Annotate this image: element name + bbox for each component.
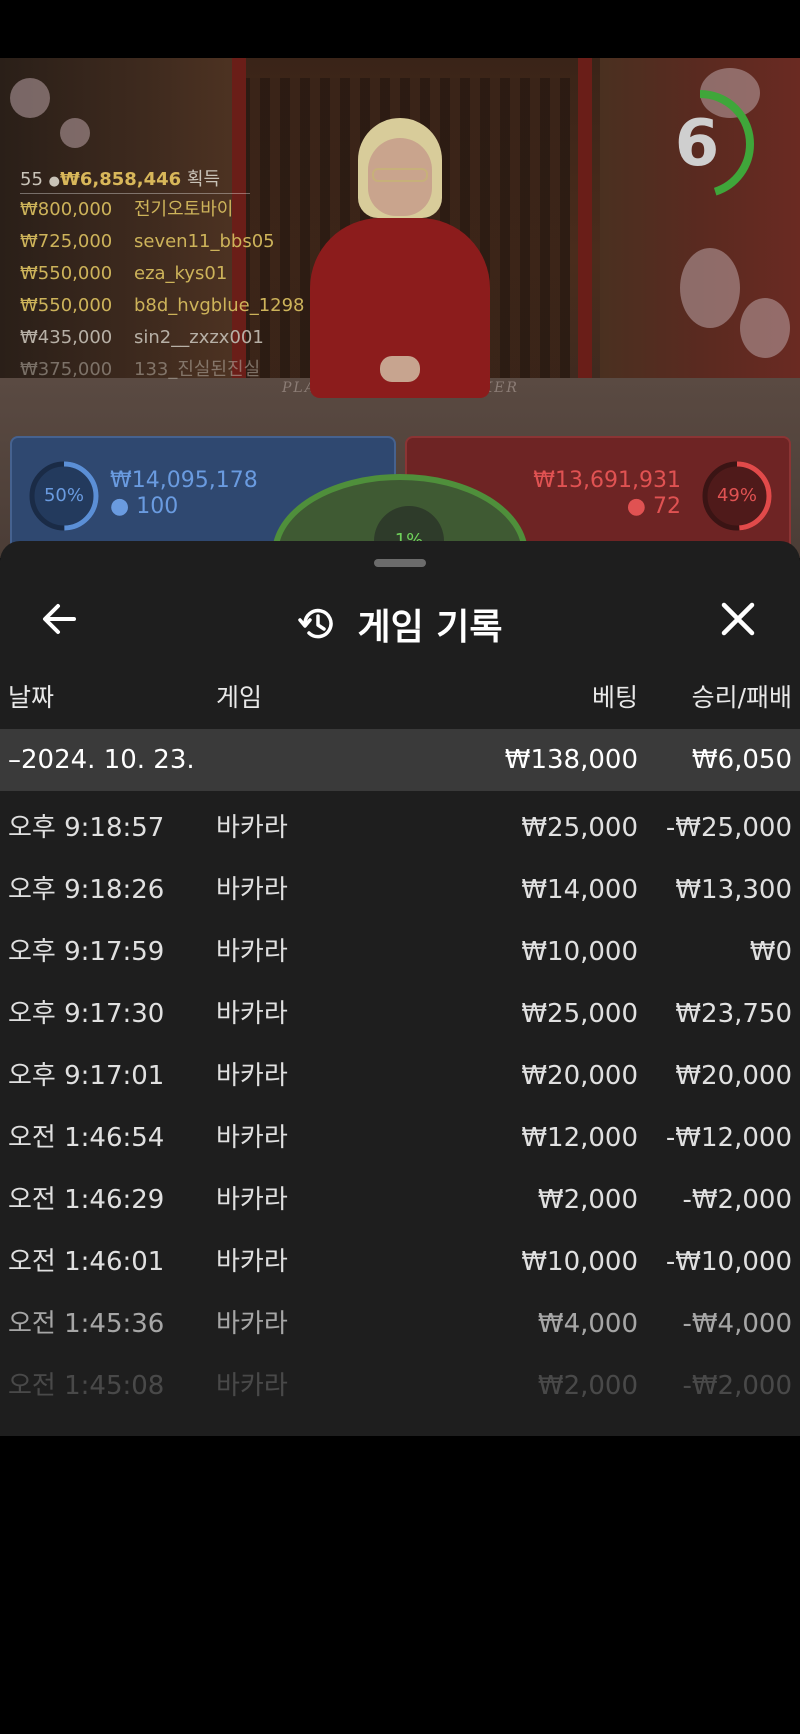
- banker-bet-amount: ₩13,691,931: [533, 468, 681, 493]
- day-result-total: ₩6,050: [691, 745, 792, 775]
- table-row[interactable]: 오후 9:18:26 바카라 ₩14,000 ₩13,300: [0, 853, 800, 915]
- close-button[interactable]: [714, 595, 762, 643]
- winner-row: ₩800,000 전기오토바이: [20, 199, 234, 220]
- back-button[interactable]: [36, 595, 84, 643]
- studio-pillar: [578, 58, 592, 418]
- column-bet: 베팅: [591, 683, 638, 712]
- player-bettor-count: ● 100: [110, 494, 179, 519]
- winner-row: ₩725,000 seven11_bbs05: [20, 231, 275, 252]
- player-percent-ring: 50%: [26, 458, 102, 534]
- day-bet-total: ₩138,000: [504, 745, 638, 775]
- winner-row: ₩550,000 b8d_hvgblue_1298: [20, 295, 305, 316]
- table-row[interactable]: 오후 9:17:01 바카라 ₩20,000 ₩20,000: [0, 1039, 800, 1101]
- history-icon: [298, 608, 334, 639]
- history-title: 게임 기록: [357, 607, 503, 648]
- close-icon: [721, 602, 755, 636]
- player-percent: 50%: [43, 485, 84, 506]
- blossom-decoration: [740, 298, 790, 358]
- history-column-headers: 날짜 게임 베팅 승리/패배: [0, 667, 800, 729]
- sheet-drag-handle[interactable]: [374, 559, 426, 567]
- table-row[interactable]: 오전 1:46:54 바카라 ₩12,000 -₩12,000: [0, 1101, 800, 1163]
- day-date: –2024. 10. 23.: [8, 745, 195, 775]
- history-header: 게임 기록: [0, 581, 800, 667]
- banker-percent-ring: 49%: [699, 458, 775, 534]
- winners-suffix: 획득: [186, 169, 221, 190]
- recent-winners-panel: 55 ●₩6,858,446 획득 ₩800,000 전기오토바이 ₩725,00…: [20, 166, 320, 386]
- day-summary-row[interactable]: –2024. 10. 23. ₩138,000 ₩6,050: [0, 729, 800, 791]
- person-icon: ●: [48, 174, 60, 189]
- person-icon: ●: [626, 494, 653, 519]
- column-date: 날짜: [8, 683, 55, 712]
- winner-row: ₩375,000 133_진실된진실: [20, 359, 261, 380]
- blossom-decoration: [10, 78, 50, 118]
- table-row[interactable]: 오전 1:45:08 바카라 ₩2,000 -₩2,000: [0, 1349, 800, 1411]
- blossom-decoration: [60, 118, 90, 148]
- countdown-timer: 6: [646, 88, 772, 200]
- history-rows: 오후 9:18:57 바카라 ₩25,000 -₩25,000 오후 9:18:26 바…: [0, 791, 800, 1411]
- timer-value: 6: [674, 107, 720, 181]
- table-row[interactable]: 오전 1:45:36 바카라 ₩4,000 -₩4,000: [0, 1287, 800, 1349]
- winner-row: ₩550,000 eza_kys01: [20, 263, 228, 284]
- person-icon: ●: [110, 494, 137, 519]
- table-row[interactable]: 오후 9:18:57 바카라 ₩25,000 -₩25,000: [0, 791, 800, 853]
- column-result: 승리/패배: [691, 683, 792, 712]
- player-bet-amount: ₩14,095,178: [110, 468, 258, 493]
- banker-percent: 49%: [716, 485, 757, 506]
- winners-summary: 55 ●₩6,858,446 획득: [20, 166, 250, 194]
- winner-row: ₩435,000 sin2__zxzx001: [20, 327, 264, 348]
- arrow-left-icon: [43, 604, 76, 634]
- winners-total: ₩6,858,446: [59, 169, 182, 190]
- blossom-decoration: [680, 248, 740, 328]
- dealer: [300, 88, 500, 398]
- game-history-sheet: 게임 기록 날짜 게임 베팅 승리/패배 –2024. 10. 23. ₩138…: [0, 541, 800, 1436]
- winners-count: 55: [20, 169, 43, 190]
- column-game: 게임: [216, 683, 263, 712]
- table-row[interactable]: 오후 9:17:30 바카라 ₩25,000 ₩23,750: [0, 977, 800, 1039]
- table-row[interactable]: 오전 1:46:29 바카라 ₩2,000 -₩2,000: [0, 1163, 800, 1225]
- banker-bettor-count: ● 72: [626, 494, 681, 519]
- table-row[interactable]: 오후 9:17:59 바카라 ₩10,000 ₩0: [0, 915, 800, 977]
- table-row[interactable]: 오전 1:46:01 바카라 ₩10,000 -₩10,000: [0, 1225, 800, 1287]
